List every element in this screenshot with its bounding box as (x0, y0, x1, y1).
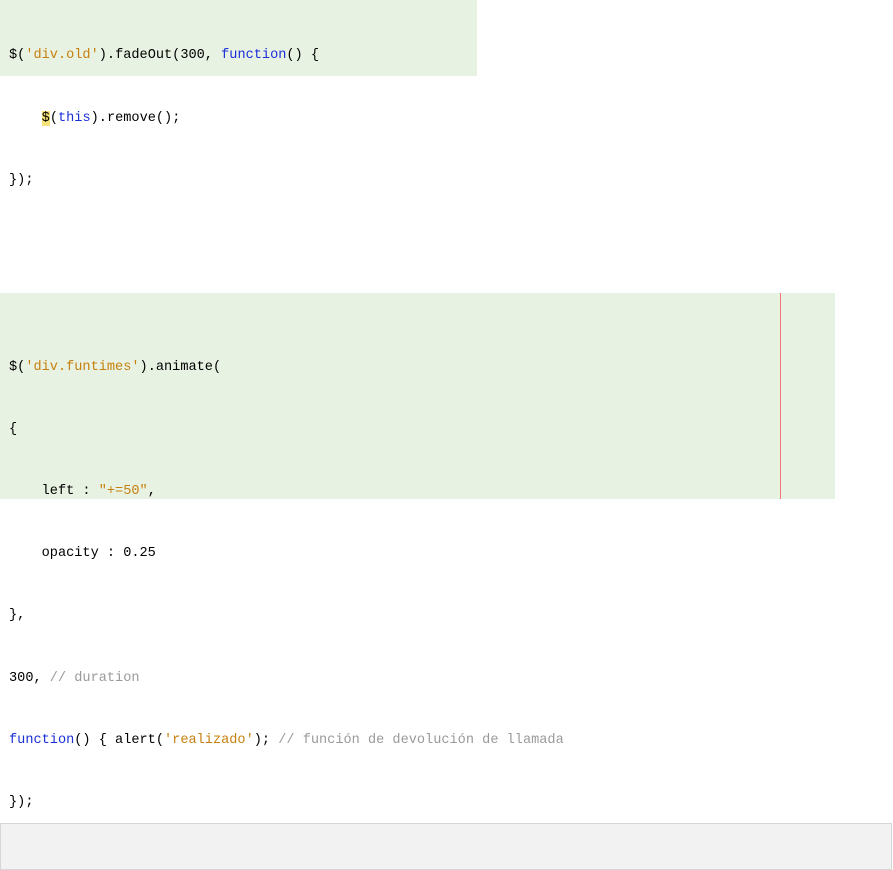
code-line: }); (0, 793, 835, 814)
code-line: $('div.old').fadeOut(300, function() { (0, 46, 477, 67)
code-string: 'div.funtimes' (25, 360, 140, 376)
code-token: ( (49, 110, 58, 126)
code-token: $( (9, 48, 26, 64)
code-comment: // función de devolución de llamada (278, 732, 564, 748)
code-line: left : "+=50", (0, 482, 835, 503)
code-token: , (147, 484, 156, 500)
code-line: }); (0, 171, 477, 192)
code-block-fadeout: $('div.old').fadeOut(300, function() { $… (0, 0, 477, 188)
code-token: left : (9, 484, 99, 500)
code-token: }); (9, 794, 34, 810)
code-token: }, (9, 608, 26, 624)
code-line: 300, // duration (0, 669, 835, 690)
code-token: ); (253, 732, 279, 748)
code-line: }, (0, 606, 835, 627)
code-token: ).fadeOut(300, (98, 48, 222, 64)
code-keyword: function (9, 732, 75, 748)
code-highlighted-token: $ (41, 110, 50, 126)
code-string: 'realizado' (164, 732, 254, 748)
code-token: ).animate( (139, 360, 222, 376)
code-comment: // duration (49, 670, 140, 686)
code-token: () { (286, 48, 320, 64)
code-block-animate: $('div.funtimes').animate( { left : "+=5… (0, 293, 835, 810)
bottom-panel (0, 823, 892, 870)
code-string: "+=50" (98, 484, 148, 500)
code-token: () { alert( (74, 732, 164, 748)
code-line: $(this).remove(); (0, 109, 477, 130)
code-line: function() { alert('realizado'); // func… (0, 731, 835, 752)
code-token: ).remove(); (90, 110, 181, 126)
code-token: { (9, 422, 18, 438)
code-string: 'div.old' (25, 48, 99, 64)
code-line: { (0, 420, 835, 441)
code-line: $('div.funtimes').animate( (0, 358, 835, 379)
code-token: opacity : 0.25 (9, 546, 156, 562)
code-keyword: function (221, 48, 287, 64)
code-line: opacity : 0.25 (0, 544, 835, 565)
code-keyword: this (57, 110, 91, 126)
margin-guide-line (780, 293, 781, 499)
code-token: }); (9, 172, 34, 188)
code-token: $( (9, 360, 26, 376)
code-token: 300, (9, 670, 50, 686)
